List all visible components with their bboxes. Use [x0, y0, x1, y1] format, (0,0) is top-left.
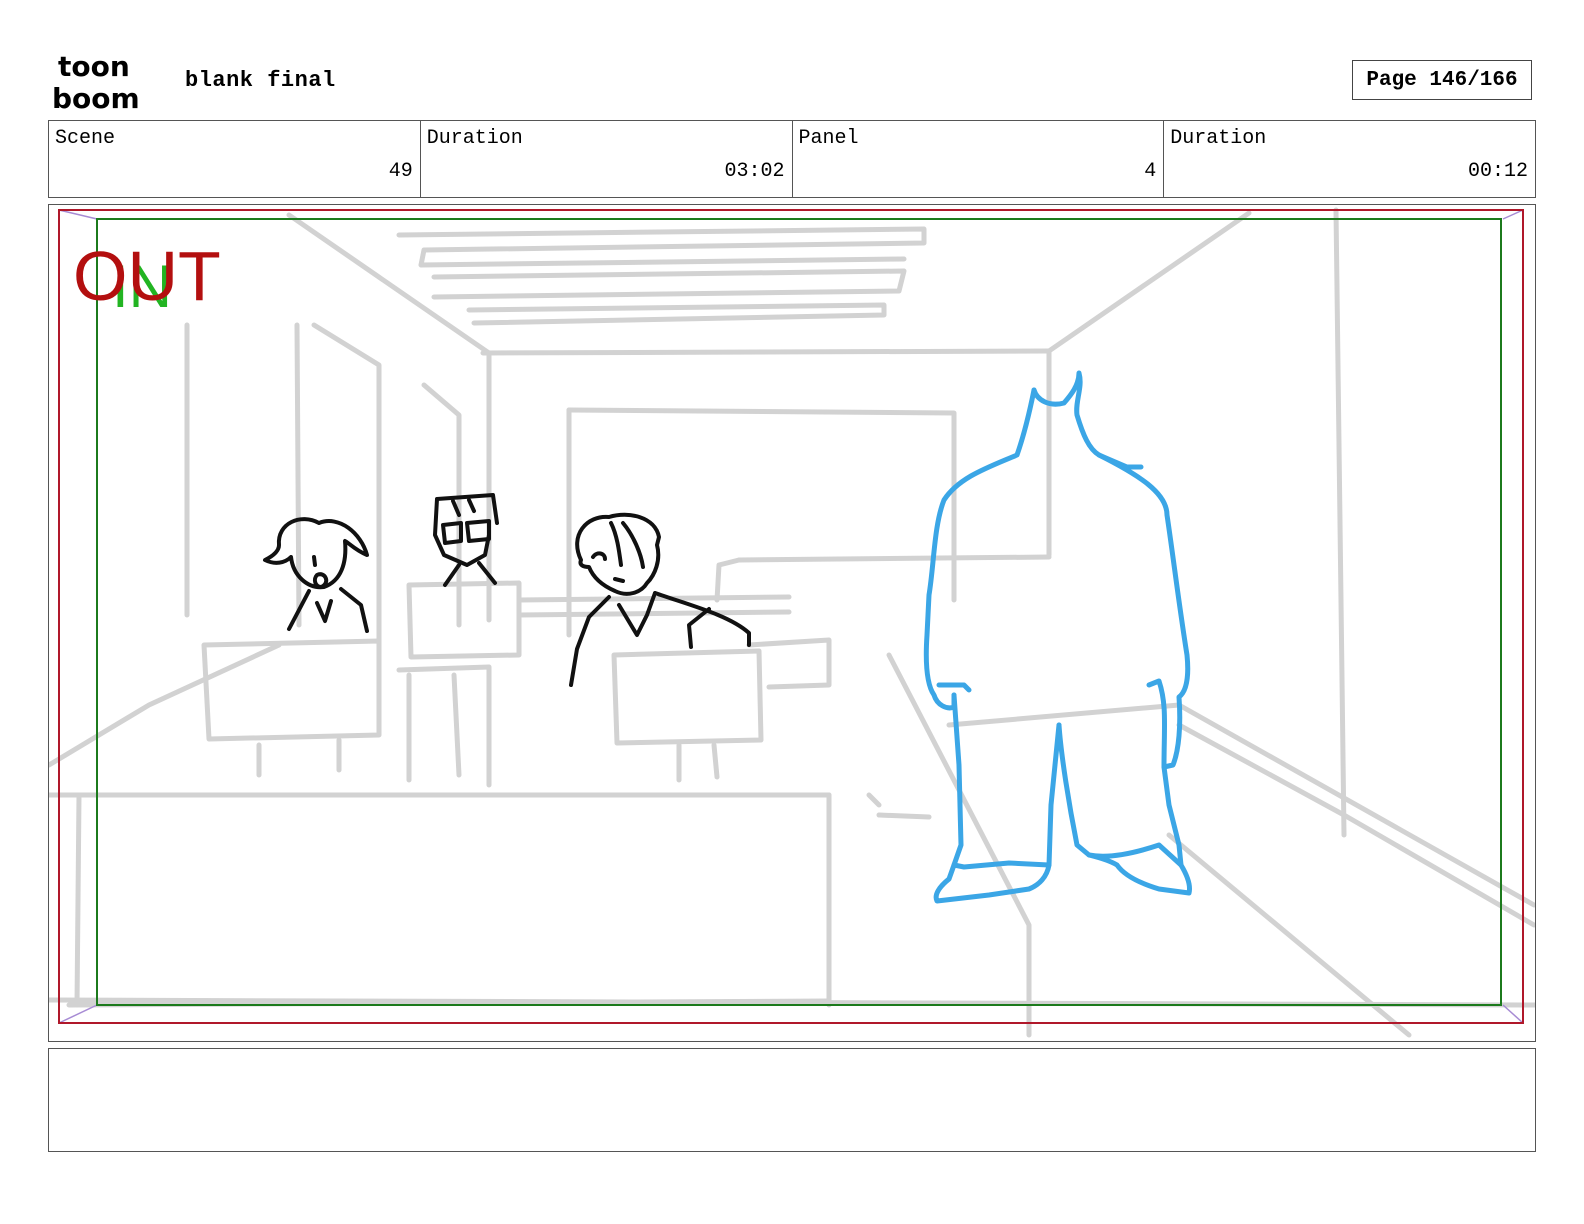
toon-boom-logo: toon boom	[52, 50, 140, 112]
panel-label: Panel	[798, 127, 859, 150]
background-sketch	[49, 207, 1535, 1038]
panel-artwork: IN OUT	[49, 207, 1535, 1038]
out-frame	[58, 209, 1524, 1024]
logo-text-bottom: boom	[52, 82, 140, 112]
out-marker-label: OUT	[73, 237, 221, 315]
panel-duration-label: Duration	[1170, 127, 1267, 150]
panel-cell: Panel 4	[793, 121, 1165, 197]
scene-label: Scene	[55, 127, 116, 150]
scene-duration-label: Duration	[426, 127, 523, 150]
in-frame	[96, 218, 1502, 1006]
page-indicator: Page 146/166	[1352, 60, 1532, 100]
panel-duration-cell: Duration 00:12	[1164, 121, 1535, 197]
panel-info-table: Scene 49 Duration 03:02 Panel 4 Duration…	[48, 120, 1536, 198]
panel-notes-box[interactable]	[48, 1048, 1536, 1152]
scene-duration-cell: Duration 03:02	[421, 121, 793, 197]
storyboard-panel: IN OUT	[48, 204, 1536, 1042]
scene-value: 49	[388, 160, 413, 183]
panel-duration-value: 00:12	[1467, 160, 1528, 183]
scene-cell: Scene 49	[49, 121, 421, 197]
field-guides	[58, 209, 1524, 1024]
foreground-character-sketch	[923, 370, 1192, 904]
logo-text-top: toon	[58, 50, 130, 83]
panel-value: 4	[1144, 160, 1157, 183]
scene-duration-value: 03:02	[724, 160, 785, 183]
project-title: blank final	[185, 68, 336, 93]
